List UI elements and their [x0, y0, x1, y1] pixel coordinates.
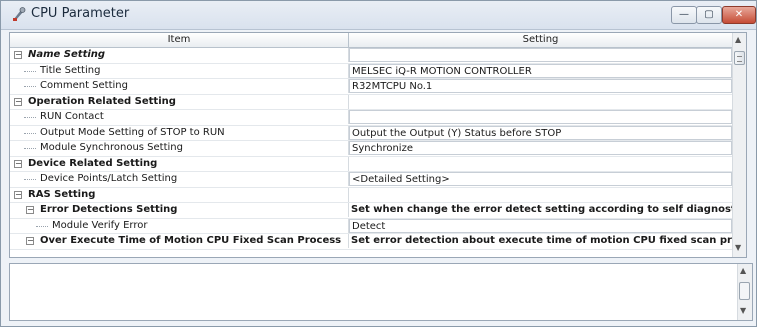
grid-rows: − Name Setting Title Setting MELSEC iQ-R MO… [10, 48, 732, 250]
table-row[interactable]: Comment Setting R32MTCPU No.1 [10, 79, 732, 95]
table-row[interactable]: − RAS Setting [10, 187, 732, 203]
table-row[interactable]: − Name Setting [10, 48, 732, 64]
setting-cell[interactable] [349, 188, 732, 202]
maximize-button[interactable]: ▢ [696, 6, 722, 24]
setting-cell[interactable]: Detect [349, 218, 732, 233]
column-header-setting[interactable]: Setting [349, 33, 732, 47]
setting-cell[interactable] [349, 157, 732, 171]
title-bar[interactable]: CPU Parameter — ▢ ✕ [1, 1, 756, 30]
minimize-button[interactable]: — [671, 6, 697, 24]
item-cell: − Over Execute Time of Motion CPU Fixed S… [10, 234, 349, 248]
tree-connector [24, 70, 36, 72]
item-label: Module Synchronous Setting [40, 142, 183, 153]
table-row[interactable]: Device Points/Latch Setting <Detailed Set… [10, 172, 732, 188]
collapse-icon[interactable]: − [14, 51, 22, 59]
setting-cell[interactable] [349, 48, 732, 62]
item-cell: Module Verify Error [10, 218, 349, 233]
scroll-up-arrow-icon[interactable]: ▲ [735, 35, 741, 44]
table-row[interactable]: Module Verify Error Detect [10, 218, 732, 234]
setting-cell[interactable]: MELSEC iQ-R MOTION CONTROLLER [349, 63, 732, 78]
table-row[interactable]: − Device Related Setting [10, 156, 732, 172]
tree-connector [24, 179, 36, 180]
setting-cell[interactable]: Set when change the error detect setting… [349, 203, 732, 217]
item-label: Device Related Setting [28, 157, 158, 169]
cpu-parameter-window: CPU Parameter — ▢ ✕ Item Setting − Name S… [0, 0, 757, 327]
collapse-icon[interactable]: − [26, 206, 34, 214]
item-label: Error Detections Setting [40, 204, 178, 215]
tree-connector [24, 132, 36, 134]
setting-cell[interactable]: Set error detection about execute time o… [349, 234, 732, 248]
setting-cell[interactable]: <Detailed Setting> [349, 172, 732, 186]
table-row[interactable]: Module Synchronous Setting Synchronize [10, 141, 732, 157]
setting-cell[interactable]: Output the Output (Y) Status before STOP [349, 125, 732, 140]
table-row[interactable]: − Operation Related Setting [10, 94, 732, 110]
description-panel: ▲ ▼ [9, 263, 753, 321]
description-scroll-thumb[interactable] [739, 282, 750, 300]
collapse-icon[interactable]: − [14, 97, 22, 106]
item-label: Module Verify Error [52, 219, 148, 231]
setting-cell[interactable] [349, 95, 732, 109]
table-row[interactable]: Title Setting MELSEC iQ-R MOTION CONTROLL… [10, 63, 732, 79]
item-cell: − Operation Related Setting [10, 94, 349, 109]
grid-scrollbar[interactable]: ▲ ▼ [732, 33, 746, 257]
table-row[interactable]: RUN Contact [10, 110, 732, 126]
tree-connector [24, 86, 36, 87]
grid-header: Item Setting [10, 33, 732, 48]
item-cell: Comment Setting [10, 79, 349, 93]
item-cell: Device Points/Latch Setting [10, 172, 349, 186]
parameter-icon [13, 7, 26, 21]
description-scroll-up-icon[interactable]: ▲ [740, 266, 746, 275]
item-cell: − Error Detections Setting [10, 203, 349, 217]
collapse-icon[interactable]: − [14, 190, 22, 199]
table-row[interactable]: − Error Detections Setting Set when change… [10, 203, 732, 219]
scroll-down-arrow-icon[interactable]: ▼ [735, 243, 741, 252]
item-label: RUN Contact [40, 111, 104, 122]
item-label: RAS Setting [28, 188, 96, 200]
table-row[interactable]: − Over Execute Time of Motion CPU Fixed S… [10, 234, 732, 250]
tree-connector [24, 148, 36, 149]
item-label: Over Execute Time of Motion CPU Fixed Sc… [40, 235, 342, 246]
item-cell: RUN Contact [10, 110, 349, 124]
setting-cell[interactable] [349, 110, 732, 124]
close-button[interactable]: ✕ [722, 6, 756, 24]
item-label: Comment Setting [40, 80, 128, 91]
collapse-icon[interactable]: − [26, 237, 34, 245]
setting-cell[interactable]: Synchronize [349, 141, 732, 155]
item-cell: − Device Related Setting [10, 156, 349, 171]
item-cell: − Name Setting [10, 48, 349, 62]
item-cell: Module Synchronous Setting [10, 141, 349, 155]
item-label: Name Setting [28, 49, 106, 60]
scroll-thumb[interactable] [734, 51, 745, 65]
item-cell: Title Setting [10, 63, 349, 78]
description-scroll-down-icon[interactable]: ▼ [740, 306, 746, 315]
setting-cell[interactable]: R32MTCPU No.1 [349, 79, 732, 93]
item-label: Device Points/Latch Setting [40, 173, 178, 184]
window-title: CPU Parameter [31, 6, 130, 21]
table-row[interactable]: Output Mode Setting of STOP to RUN Output… [10, 125, 732, 141]
collapse-icon[interactable]: − [14, 159, 22, 168]
description-scrollbar[interactable]: ▲ ▼ [737, 264, 752, 320]
item-label: Title Setting [40, 64, 101, 76]
tree-connector [36, 225, 48, 227]
column-header-item[interactable]: Item [10, 33, 349, 47]
item-label: Output Mode Setting of STOP to RUN [40, 126, 225, 138]
item-cell: − RAS Setting [10, 187, 349, 202]
tree-connector [24, 117, 36, 118]
parameter-grid: Item Setting − Name Setting Title Setting M… [9, 32, 747, 258]
item-cell: Output Mode Setting of STOP to RUN [10, 125, 349, 140]
item-label: Operation Related Setting [28, 95, 176, 107]
